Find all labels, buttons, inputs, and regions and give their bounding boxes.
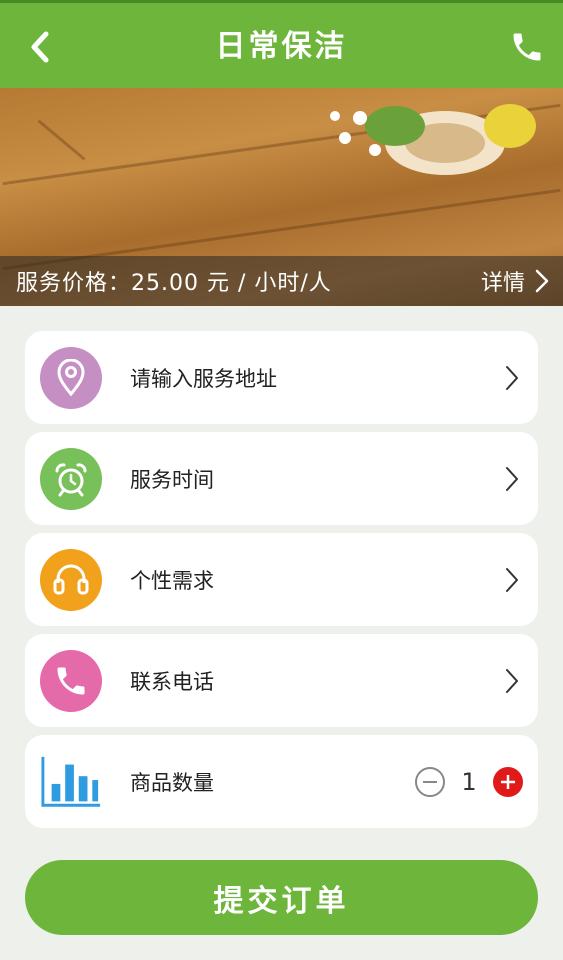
chevron-right-icon xyxy=(535,269,549,293)
submit-order-button[interactable]: 提交订单 xyxy=(25,860,538,935)
minus-circle-icon[interactable] xyxy=(414,766,446,798)
detail-link[interactable]: 详情 xyxy=(481,265,549,297)
quantity-row: 商品数量 1 xyxy=(25,735,538,828)
headset-icon xyxy=(40,548,102,611)
top-bar: 日常保洁 xyxy=(0,0,563,88)
alarm-clock-icon xyxy=(40,447,102,510)
custom-needs-label: 个性需求 xyxy=(130,568,214,593)
quantity-value: 1 xyxy=(461,767,477,796)
quantity-label: 商品数量 xyxy=(130,770,214,795)
detail-label: 详情 xyxy=(480,271,525,296)
phone-icon xyxy=(513,33,541,61)
quantity-stepper: 1 xyxy=(414,766,524,798)
service-price: 服务价格：25.00 元 / 小时/人 xyxy=(16,271,332,296)
contact-phone-label: 联系电话 xyxy=(130,669,214,694)
page-title: 日常保洁 xyxy=(215,29,348,64)
location-pin-icon xyxy=(40,346,102,409)
plus-circle-icon[interactable] xyxy=(492,766,524,798)
phone-icon xyxy=(40,649,102,712)
price-bar: 服务价格：25.00 元 / 小时/人 详情 xyxy=(0,256,563,306)
address-row[interactable]: 请输入服务地址 xyxy=(25,331,538,424)
service-banner: 服务价格：25.00 元 / 小时/人 详情 xyxy=(0,88,563,306)
chevron-right-icon xyxy=(506,466,518,491)
contact-phone-row[interactable]: 联系电话 xyxy=(25,634,538,727)
address-label: 请输入服务地址 xyxy=(130,366,277,391)
chevron-right-icon xyxy=(506,668,518,693)
service-time-row[interactable]: 服务时间 xyxy=(25,432,538,525)
chevron-right-icon xyxy=(506,365,518,390)
service-time-label: 服务时间 xyxy=(130,467,214,492)
call-button[interactable] xyxy=(505,25,549,69)
custom-needs-row[interactable]: 个性需求 xyxy=(25,533,538,626)
bar-chart-icon xyxy=(40,751,102,813)
chevron-right-icon xyxy=(506,567,518,592)
